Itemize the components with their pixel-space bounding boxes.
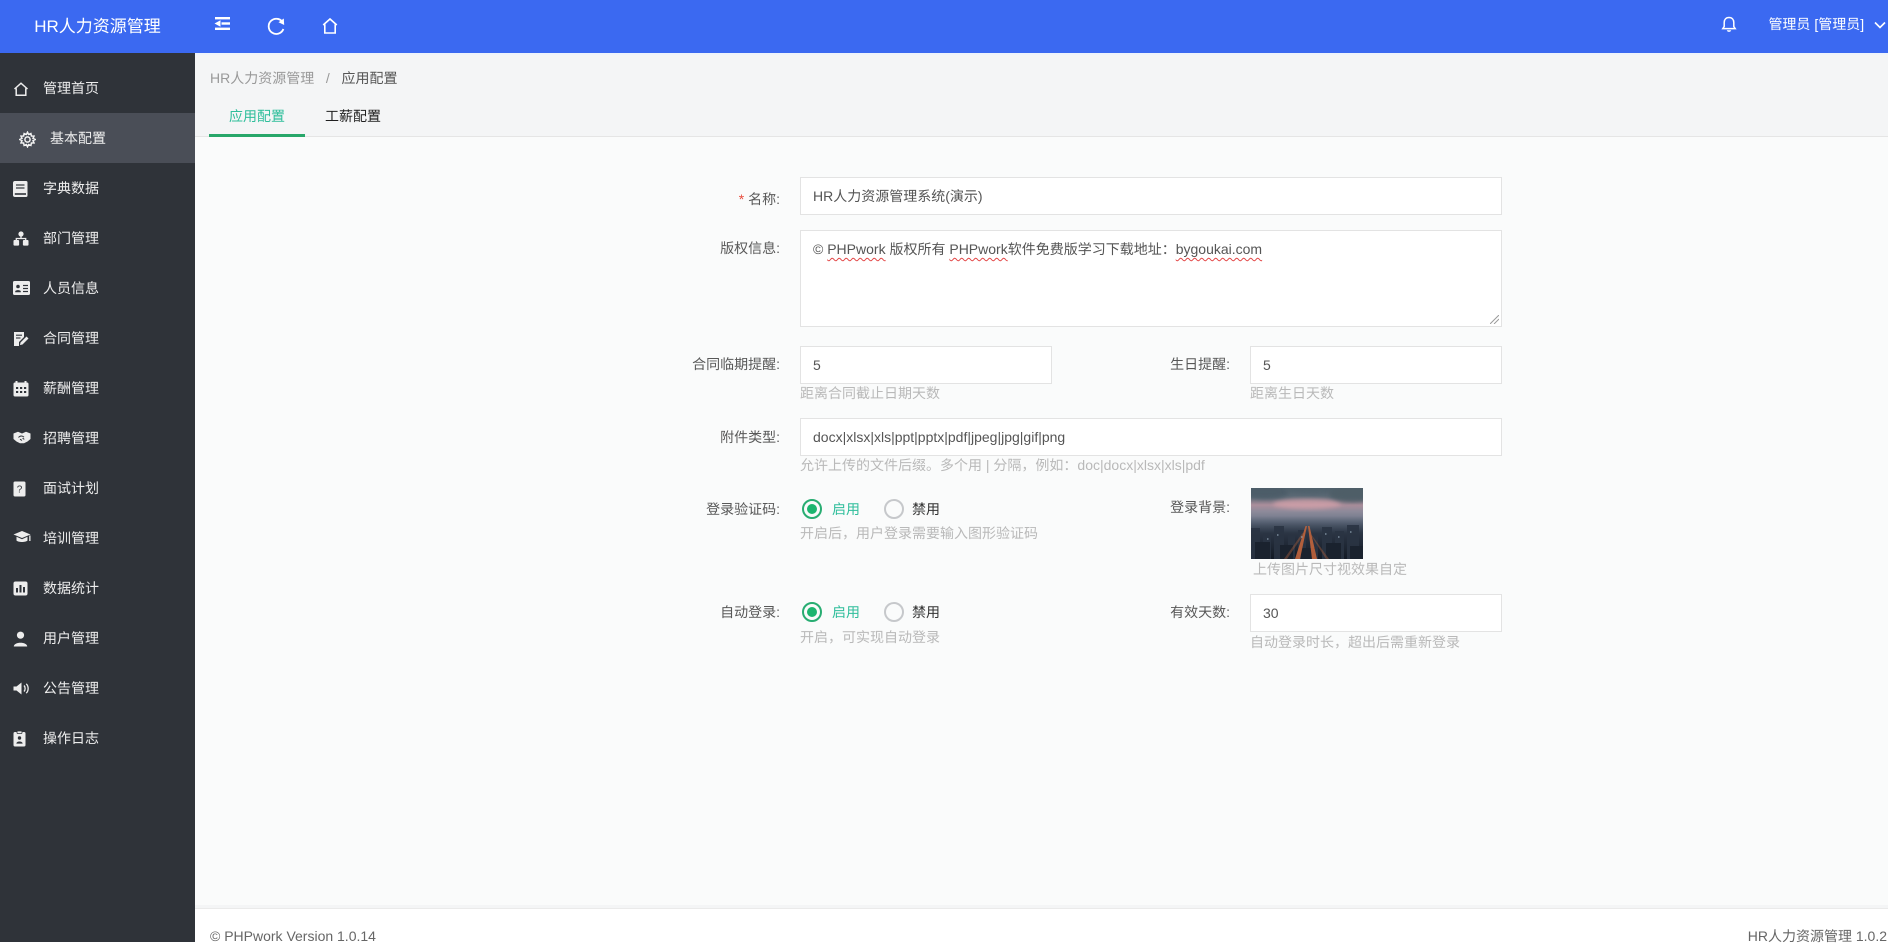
svg-text:?: ? bbox=[17, 485, 23, 496]
